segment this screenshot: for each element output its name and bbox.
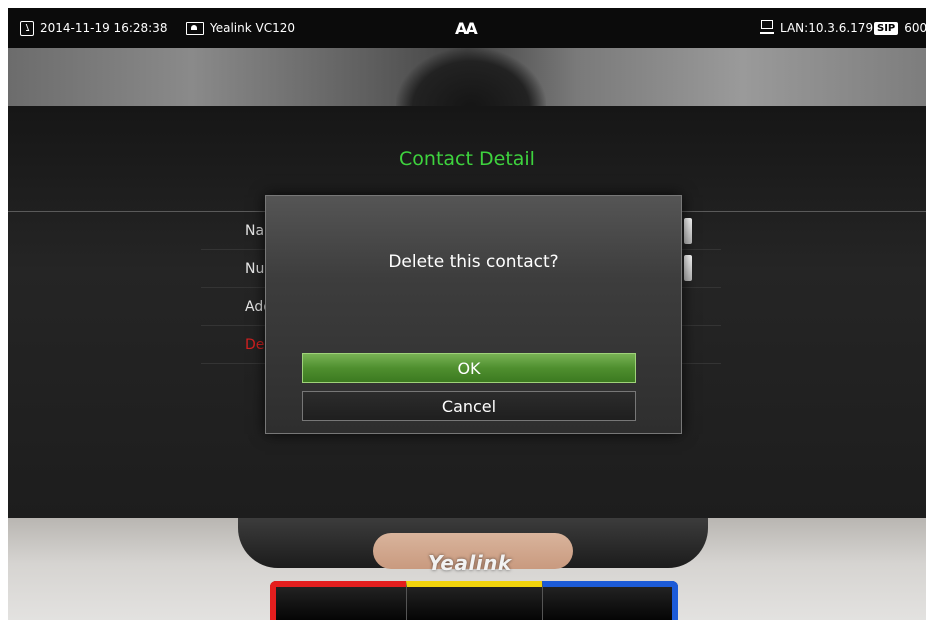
softkey-yellow[interactable] bbox=[406, 581, 542, 620]
form-row-label: Nu bbox=[245, 260, 265, 277]
sip-indicator: SIP 6002 bbox=[874, 8, 926, 48]
video-conference-screen: 2014-11-19 16:28:38 Yealink VC120 AA LAN… bbox=[8, 8, 926, 620]
form-row-label: Add bbox=[245, 298, 273, 315]
display-icon bbox=[186, 21, 204, 35]
device-name: Yealink VC120 bbox=[210, 21, 296, 35]
delete-confirm-dialog: Delete this contact? OK Cancel bbox=[265, 195, 682, 434]
status-bar: 2014-11-19 16:28:38 Yealink VC120 AA LAN… bbox=[8, 8, 926, 48]
number-field-edge[interactable] bbox=[684, 255, 692, 281]
cancel-button-label: Cancel bbox=[441, 396, 497, 416]
yealink-logo: Yealink bbox=[428, 551, 512, 575]
softkey-blue[interactable] bbox=[542, 581, 678, 620]
form-row-label: Nar bbox=[245, 222, 270, 239]
dialog-message: Delete this contact? bbox=[388, 252, 559, 272]
datetime-indicator: 2014-11-19 16:28:38 bbox=[20, 8, 167, 48]
name-field-edge[interactable] bbox=[684, 218, 692, 244]
ok-button-label: OK bbox=[457, 358, 481, 378]
font-size-label: AA bbox=[455, 18, 478, 38]
datetime-text: 2014-11-19 16:28:38 bbox=[40, 21, 168, 35]
sip-account: 6002 bbox=[904, 21, 926, 35]
softkey-red[interactable] bbox=[270, 581, 406, 620]
clock-icon bbox=[20, 20, 34, 36]
device-indicator: Yealink VC120 bbox=[186, 8, 295, 48]
lan-indicator: LAN:10.3.6.179 bbox=[760, 8, 873, 48]
ok-button[interactable]: OK bbox=[302, 353, 636, 383]
lan-address: LAN:10.3.6.179 bbox=[780, 21, 874, 35]
network-icon bbox=[760, 20, 774, 36]
remote-video-person-head bbox=[396, 48, 546, 108]
cancel-button[interactable]: Cancel bbox=[302, 391, 636, 421]
softkey-bar bbox=[270, 581, 678, 620]
font-size-toggle[interactable]: AA bbox=[455, 8, 478, 48]
form-row-label: De bbox=[245, 336, 265, 353]
sip-badge: SIP bbox=[874, 21, 899, 35]
